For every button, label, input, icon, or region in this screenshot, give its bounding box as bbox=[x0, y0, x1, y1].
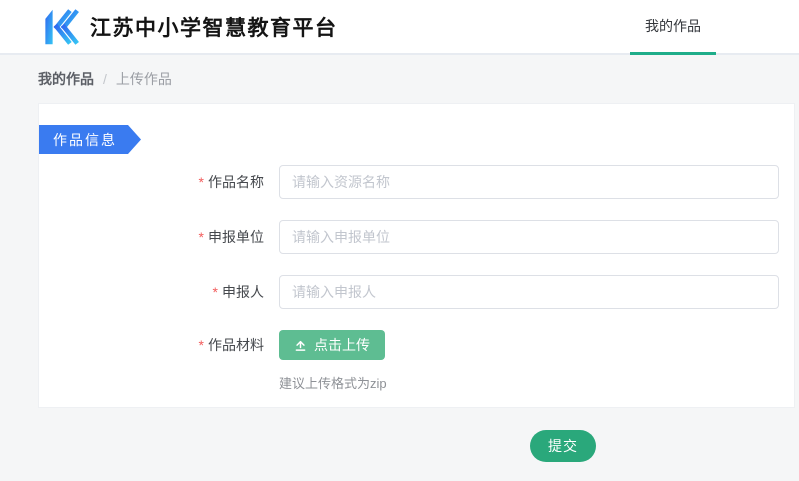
declarant-input[interactable] bbox=[279, 275, 779, 309]
declaring-unit-label: *申报单位 bbox=[39, 227, 279, 247]
breadcrumb-item-upload-work: 上传作品 bbox=[116, 69, 172, 89]
tab-my-works[interactable]: 我的作品 bbox=[630, 0, 716, 55]
content-card: 作品信息 *作品名称 *申报单位 *申报人 *作品材料 bbox=[38, 103, 795, 408]
submit-button[interactable]: 提交 bbox=[530, 430, 596, 462]
platform-logo-icon bbox=[36, 7, 82, 47]
header: 江苏中小学智慧教育平台 我的作品 bbox=[0, 0, 799, 55]
required-asterisk: * bbox=[213, 284, 218, 300]
declaring-unit-input[interactable] bbox=[279, 220, 779, 254]
upload-button[interactable]: 点击上传 bbox=[279, 330, 385, 360]
breadcrumb-item-my-works[interactable]: 我的作品 bbox=[38, 69, 94, 89]
work-name-input[interactable] bbox=[279, 165, 779, 199]
breadcrumb: 我的作品 / 上传作品 bbox=[38, 55, 172, 103]
form-row-work-materials: *作品材料 点击上传 bbox=[39, 330, 794, 360]
upload-icon bbox=[294, 339, 307, 352]
upload-hint: 建议上传格式为zip bbox=[279, 373, 794, 392]
required-asterisk: * bbox=[199, 337, 204, 353]
required-asterisk: * bbox=[199, 174, 204, 190]
work-name-label: *作品名称 bbox=[39, 172, 279, 192]
tab-my-works-label: 我的作品 bbox=[645, 16, 701, 36]
form-row-declarant: *申报人 bbox=[39, 275, 794, 309]
upload-form: *作品名称 *申报单位 *申报人 *作品材料 bbox=[39, 165, 794, 392]
section-badge: 作品信息 bbox=[39, 125, 141, 154]
work-materials-label: *作品材料 bbox=[39, 335, 279, 355]
upload-button-label: 点击上传 bbox=[314, 335, 370, 355]
form-row-work-name: *作品名称 bbox=[39, 165, 794, 199]
required-asterisk: * bbox=[199, 229, 204, 245]
brand[interactable]: 江苏中小学智慧教育平台 bbox=[36, 0, 338, 53]
declarant-label: *申报人 bbox=[39, 282, 279, 302]
breadcrumb-separator: / bbox=[103, 71, 107, 87]
form-row-declaring-unit: *申报单位 bbox=[39, 220, 794, 254]
page-title: 江苏中小学智慧教育平台 bbox=[90, 12, 338, 42]
